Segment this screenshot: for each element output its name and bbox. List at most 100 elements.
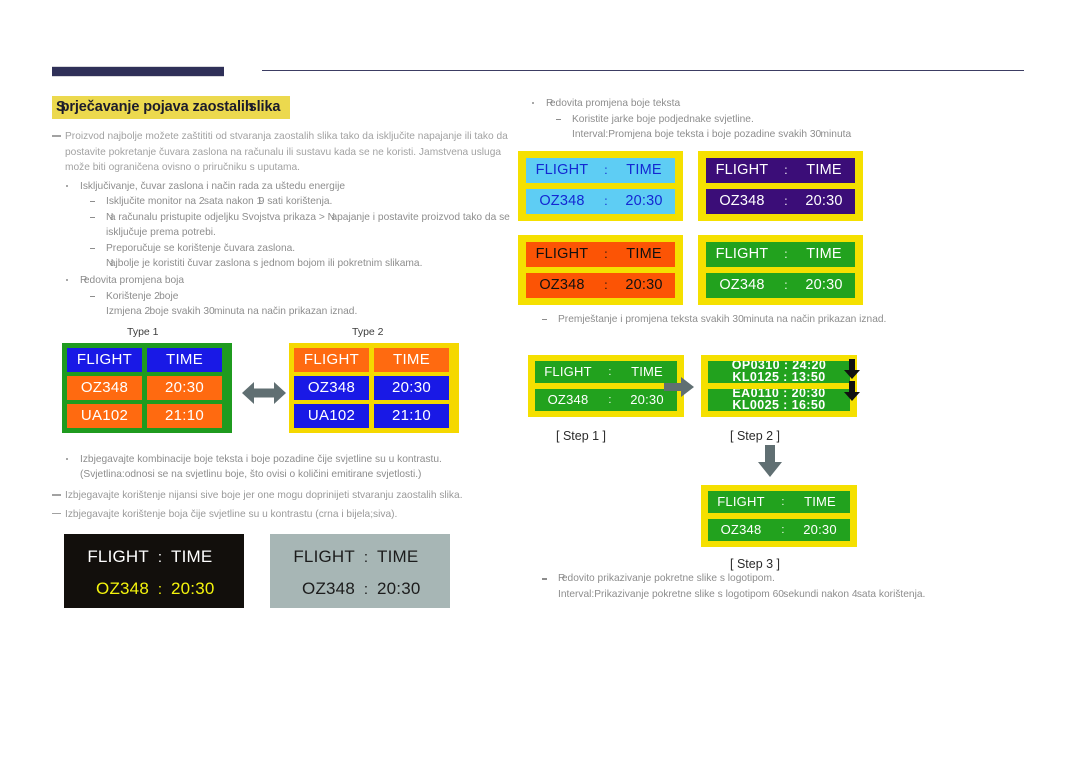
arrow-right-icon: [664, 377, 694, 398]
contrast-bullet-list: Izbjegavajte kombinacije boje teksta i b…: [52, 452, 522, 483]
step-separator: :: [608, 394, 612, 407]
page-title: Sprječavanje pojava zaostalihslika: [52, 96, 291, 119]
dash-icon: [90, 247, 95, 250]
dash-icon: [542, 318, 547, 320]
variant-header-row: FLIGHT : TIME: [706, 241, 855, 267]
steps-diagram: FLIGHT : TIME OZ348 : 20:30 OP0310 : 24:…: [518, 337, 1018, 571]
variant-flight-code: OZ348: [719, 276, 765, 293]
sub-two-colors-post: boje: [156, 290, 179, 302]
variant-flight-time: 20:30: [805, 276, 843, 293]
sub-display-a: a računalu pristupite odjeljku Svojstva …: [109, 211, 328, 223]
cell-flight-code: UA102: [294, 403, 369, 428]
step2-caption: [ Step 2 ]: [730, 429, 781, 444]
color-sub-list: Korištenje 2 boje Izmjena 2 boje svakih …: [80, 289, 522, 320]
panel-separator: :: [363, 581, 369, 599]
swap-arrow-icon: [242, 381, 286, 404]
panel-flight-time: 20:30: [171, 579, 215, 599]
variant-flight-time: 20:30: [625, 192, 663, 209]
sub-turn-off-pre: Isključite monitor na: [106, 196, 199, 208]
step-flight-code: OZ348: [720, 522, 762, 538]
page-title-main: prječavanje pojava zaostalih: [60, 99, 254, 115]
bullet-power-saving-label: Isključivanje, čuvar zaslona i način rad…: [80, 180, 346, 192]
variant-time-label: TIME: [806, 245, 842, 262]
bullet-avoid-contrast-label: Izbjegavajte kombinacije boje teksta i b…: [80, 453, 442, 465]
right-column: Redovita promjena boje teksta Koristite …: [518, 96, 1018, 603]
type2-label: Type 2: [352, 325, 384, 338]
dash-icon: [90, 216, 95, 218]
sub-turn-off-monitor: Isključite monitor na 2 sata nakon 19 sa…: [80, 194, 522, 210]
sub-interval-cont: Interval:Promjena boje teksta i boje poz…: [572, 127, 1018, 143]
step-flight-label: FLIGHT: [717, 494, 765, 510]
sub-logo-interval-post: sata korištenja.: [854, 588, 926, 600]
step2-row-2: EA0110 : 20:30 KL0025 : 16:50: [708, 389, 850, 412]
board-row-1: OZ348 20:30: [294, 375, 454, 400]
variant-data-row: OZ348 : 20:30: [706, 272, 855, 298]
sub-screensaver-label: Preporučuje se korištenje čuvara zaslona…: [106, 242, 296, 254]
scroll-line-in-2: KL0025 : 16:50: [732, 398, 826, 412]
step3-data-row: OZ348 : 20:30: [708, 519, 850, 542]
sub-screensaver-cont-text: ajbolje je koristiti čuvar zaslona s jed…: [109, 258, 423, 270]
bullet-text-color-label: edovita promjena boje teksta: [549, 98, 681, 109]
arrow-down-small-icon: [844, 359, 860, 380]
panel-gray-row: OZ348 : 20:30: [270, 579, 450, 599]
sub-turn-off-post: 9 sati korištenja.: [258, 196, 333, 208]
dash-icon: [556, 118, 561, 120]
variant-flight-code: OZ348: [539, 192, 585, 209]
sub-interval-post: minuta: [817, 129, 852, 141]
sub-logo-interval-mid: sekundi nakon: [780, 588, 852, 600]
panel-flight-code: OZ348: [96, 579, 149, 599]
variant-header-row: FLIGHT : TIME: [526, 157, 675, 183]
panel-dark-example: FLIGHT : TIME OZ348 : 20:30: [64, 534, 244, 609]
note-avoid-gray: Izbjegavajte korištenje nijansi sive boj…: [52, 488, 522, 504]
step1-caption: [ Step 1 ]: [556, 429, 607, 444]
sub-logo-interval-pre: Interval:Prikazivanje pokretne slike s l…: [558, 588, 773, 600]
variant-cyan-blue: FLIGHT : TIME OZ348 : 20:30: [518, 150, 683, 221]
sub-change-pre: Izmjena: [106, 306, 145, 318]
cell-flight-header: FLIGHT: [294, 347, 369, 372]
logo-sub-list: Redovito prikazivanje pokretne slike s l…: [518, 571, 1018, 602]
cell-time-header: TIME: [147, 347, 222, 372]
sub-two-colors-pre: Korištenje: [106, 290, 155, 302]
board-row-2: UA102 21:10: [294, 403, 454, 428]
cell-flight-code: OZ348: [294, 375, 369, 400]
cell-flight-time: 21:10: [374, 403, 449, 428]
contrast-example-panels: FLIGHT : TIME OZ348 : 20:30 FLIGHT : TIM…: [52, 534, 522, 614]
cell-flight-header: FLIGHT: [67, 347, 142, 372]
panel-time-label: TIME: [171, 547, 213, 567]
sub-screensaver: Preporučuje se korištenje čuvara zaslona…: [80, 241, 522, 272]
sub-change-mid: boje svakih: [146, 306, 204, 318]
bullet-dot-icon: [66, 184, 69, 187]
step-flight-label: FLIGHT: [544, 364, 592, 380]
variant-flight-label: FLIGHT: [535, 245, 589, 262]
header-accent-bar: [52, 66, 224, 77]
step-separator: :: [781, 524, 785, 537]
variant-separator: :: [784, 277, 788, 292]
page-title-tail: slika: [248, 99, 281, 115]
panel-separator: :: [363, 549, 369, 567]
sub-logo-label: edovito prikazivanje pokretne slike s lo…: [561, 573, 775, 585]
step1-header-row: FLIGHT : TIME: [535, 361, 677, 384]
panel-gray-example: FLIGHT : TIME OZ348 : 20:30: [270, 534, 450, 609]
sub-change-post: minuta na način prikazan iznad.: [211, 306, 358, 318]
cell-flight-code: UA102: [67, 403, 142, 428]
panel-gray-header: FLIGHT : TIME: [270, 547, 450, 567]
board-row-2: UA102 21:10: [67, 403, 227, 428]
panel-flight-time: 20:30: [377, 579, 421, 599]
panel-time-label: TIME: [377, 547, 419, 567]
sub-move-post: minuta na način prikazan iznad.: [740, 313, 887, 325]
variant-separator: :: [784, 246, 788, 261]
scroll-line-in-1: KL0125 : 13:50: [732, 370, 826, 384]
cell-flight-time: 20:30: [374, 375, 449, 400]
sub-turn-off-mid: sata nakon: [201, 196, 257, 208]
variant-separator: :: [784, 162, 788, 177]
bullet-avoid-contrast: Izbjegavajte kombinacije boje teksta i b…: [52, 452, 522, 483]
variant-header-row: FLIGHT : TIME: [706, 157, 855, 183]
step1-board: FLIGHT : TIME OZ348 : 20:30: [528, 355, 684, 418]
bullet-color-rotation-label: edovita promjena boja: [83, 275, 185, 287]
sub-move-text: Premještanje i promjena teksta svakih 30…: [518, 312, 1018, 328]
variant-data-row: OZ348 : 20:30: [526, 188, 675, 214]
variant-flight-label: FLIGHT: [715, 245, 769, 262]
variant-flight-label: FLIGHT: [535, 161, 589, 178]
step-separator: :: [608, 366, 612, 379]
variant-separator: :: [784, 193, 788, 208]
